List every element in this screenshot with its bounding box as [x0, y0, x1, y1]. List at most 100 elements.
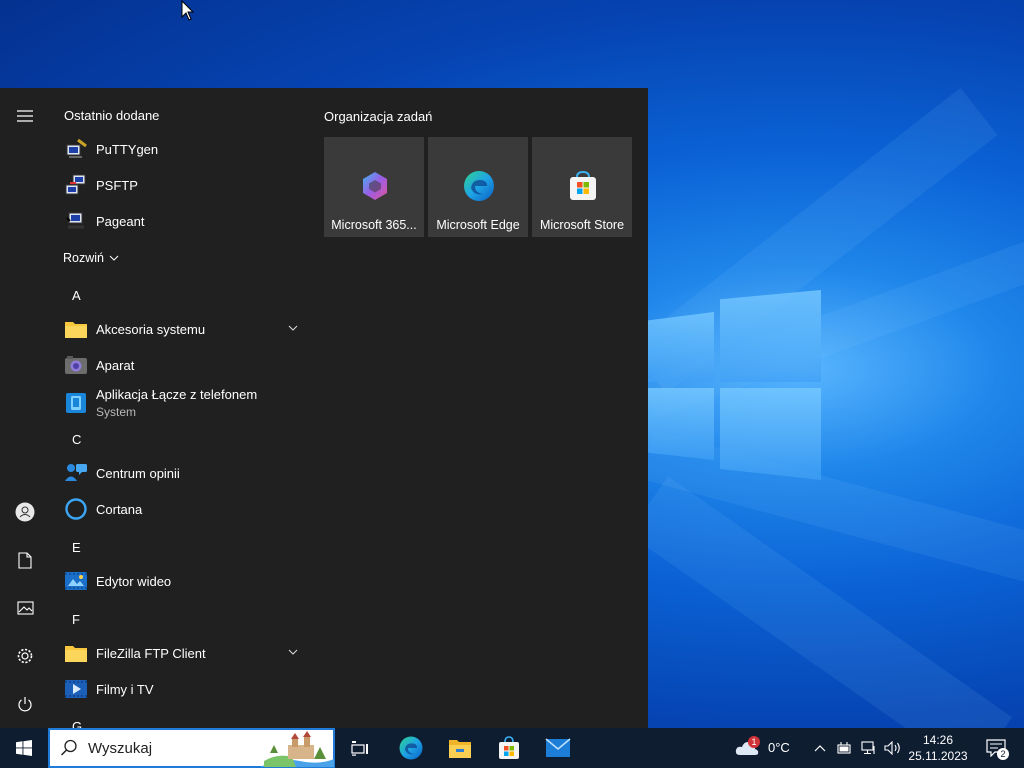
camera-icon [65, 356, 87, 374]
tile-microsoft-365[interactable]: Microsoft 365... [324, 137, 424, 237]
video-editor-icon [65, 572, 87, 590]
user-avatar-icon [15, 502, 35, 522]
puttygen-icon [66, 138, 87, 158]
document-icon [18, 551, 32, 569]
clock-button[interactable]: 14:26 25.11.2023 [906, 728, 970, 768]
edge-icon [399, 736, 423, 760]
letter-header-g[interactable]: G [72, 719, 82, 728]
battery-plug-icon [837, 742, 851, 754]
app-label: Edytor wideo [96, 573, 172, 589]
app-akcesoria-systemu[interactable]: Akcesoria systemu [50, 311, 310, 347]
app-cortana[interactable]: Cortana [50, 491, 310, 527]
network-icon [861, 741, 875, 755]
store-icon [499, 736, 519, 759]
app-label: FileZilla FTP Client [96, 645, 206, 661]
taskbar-microsoft-store[interactable] [488, 728, 530, 768]
show-hidden-icons-button[interactable] [810, 728, 830, 768]
app-centrum-opinii[interactable]: Centrum opinii [50, 455, 310, 491]
m365-icon [363, 172, 387, 200]
weather-badge: 1 [748, 736, 760, 748]
tile-label: Microsoft Store [539, 218, 625, 232]
user-account-button[interactable] [0, 488, 50, 536]
power-icon [18, 696, 32, 711]
tiles-group-title[interactable]: Organizacja zadań [324, 109, 432, 124]
app-psftp[interactable]: PSFTP [50, 167, 310, 203]
store-icon [570, 170, 596, 200]
speaker-icon [884, 741, 900, 755]
task-view-icon [351, 741, 368, 756]
feedback-hub-icon [65, 464, 87, 481]
volume-button[interactable] [882, 728, 904, 768]
file-explorer-icon [449, 740, 471, 758]
letter-header-a[interactable]: A [72, 288, 81, 303]
expand-label: Rozwiń [63, 251, 104, 265]
app-puttygen[interactable]: PuTTYgen [50, 131, 310, 167]
pageant-icon [66, 212, 84, 229]
letter-header-f[interactable]: F [72, 612, 80, 627]
network-button[interactable] [858, 728, 880, 768]
app-sublabel: System [96, 405, 137, 419]
app-aparat[interactable]: Aparat [50, 347, 310, 383]
start-button[interactable] [0, 728, 48, 768]
power-button[interactable] [0, 680, 50, 728]
app-filezilla-ftp-client[interactable]: FileZilla FTP Client [50, 635, 310, 671]
folder-icon [65, 322, 87, 338]
windows-start-icon [16, 740, 32, 756]
app-label: Cortana [96, 501, 143, 517]
notifications-button[interactable]: 2 [978, 728, 1014, 768]
taskbar-mail[interactable] [537, 728, 579, 768]
expand-button[interactable]: Rozwiń [63, 249, 119, 267]
edge-icon [464, 171, 494, 201]
notifications-count: 2 [997, 748, 1009, 760]
app-filmy-i-tv[interactable]: Filmy i TV [50, 671, 310, 707]
phone-link-icon [66, 393, 86, 413]
cortana-icon [65, 498, 87, 520]
picture-icon [16, 601, 34, 615]
tile-label: Microsoft 365... [331, 218, 417, 232]
app-label: Aplikacja Łącze z telefonem [96, 387, 258, 402]
app-aplikacja-lacze-z-telefonem[interactable]: Aplikacja Łącze z telefonem System [50, 383, 310, 425]
folder-icon [65, 646, 87, 662]
windows-logo-wallpaper [648, 290, 823, 480]
taskbar: Wyszukaj 1 0°C 14:26 25.11.2023 2 [0, 728, 1024, 768]
weather-widget[interactable]: 1 0°C [730, 728, 800, 768]
psftp-icon [65, 174, 86, 195]
search-box[interactable]: Wyszukaj [48, 728, 335, 768]
app-list: Ostatnio dodane PuTTYgen PSFTP Pageant R… [50, 88, 310, 728]
letter-header-e[interactable]: E [72, 540, 81, 555]
chevron-down-icon [288, 649, 298, 655]
app-label: Aparat [96, 357, 135, 373]
tile-microsoft-edge[interactable]: Microsoft Edge [428, 137, 528, 237]
settings-button[interactable] [0, 632, 50, 680]
mouse-cursor-icon [181, 0, 195, 21]
clock-date: 25.11.2023 [908, 749, 968, 763]
app-label: Filmy i TV [96, 681, 154, 697]
app-label: Pageant [96, 213, 145, 229]
hamburger-menu-button[interactable] [0, 92, 50, 140]
search-highlight-illustration [260, 731, 334, 767]
app-label: Akcesoria systemu [96, 321, 206, 337]
app-edytor-wideo[interactable]: Edytor wideo [50, 563, 310, 599]
app-pageant[interactable]: Pageant [50, 203, 310, 239]
taskbar-edge[interactable] [390, 728, 432, 768]
mail-icon [545, 738, 571, 757]
chevron-up-icon [814, 745, 826, 752]
pictures-button[interactable] [0, 584, 50, 632]
taskbar-file-explorer[interactable] [439, 728, 481, 768]
app-label: PSFTP [96, 177, 138, 193]
documents-button[interactable] [0, 536, 50, 584]
letter-header-c[interactable]: C [72, 432, 81, 447]
app-label: PuTTYgen [96, 141, 159, 157]
search-placeholder: Wyszukaj [88, 740, 153, 757]
search-icon [60, 739, 77, 756]
chevron-down-icon [109, 255, 119, 261]
weather-temp: 0°C [768, 740, 790, 755]
battery-button[interactable] [834, 728, 854, 768]
start-rail [0, 88, 50, 728]
tile-label: Microsoft Edge [436, 218, 520, 232]
clock-time: 14:26 [922, 733, 954, 747]
task-view-button[interactable] [340, 728, 380, 768]
gear-icon [17, 648, 33, 664]
tile-microsoft-store[interactable]: Microsoft Store [532, 137, 632, 237]
recent-section-title: Ostatnio dodane [64, 108, 160, 123]
